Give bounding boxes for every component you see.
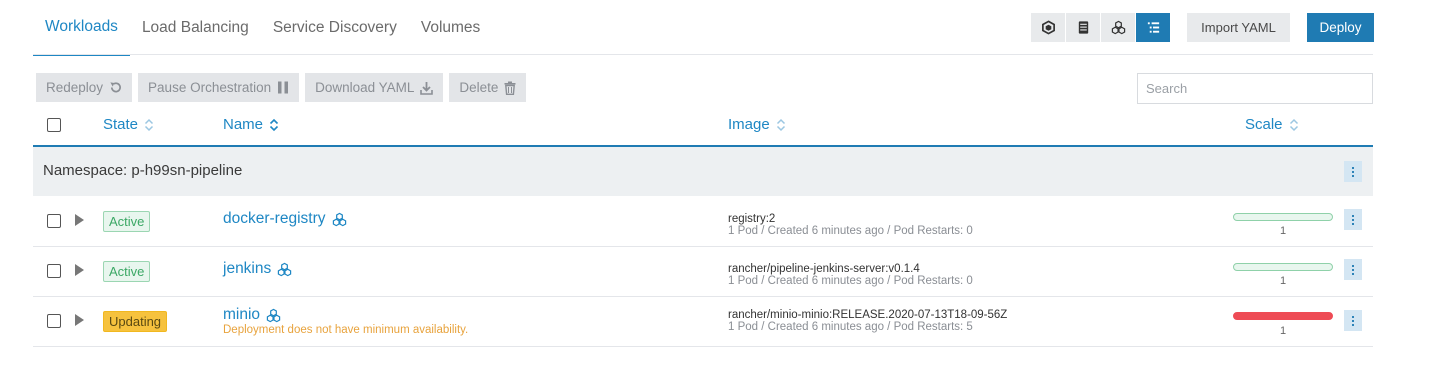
image-name: rancher/minio-minio:RELEASE.2020-07-13T1… (728, 309, 1008, 321)
tab-volumes[interactable]: Volumes (409, 0, 492, 56)
pause-icon (277, 81, 289, 94)
cube-icon (1041, 20, 1055, 35)
redo-icon (109, 81, 122, 94)
server-view-button[interactable] (1066, 13, 1100, 42)
pause-label: Pause Orchestration (148, 80, 272, 95)
workload-name-link[interactable]: minio (223, 306, 281, 324)
kebab-icon (1352, 166, 1354, 177)
namespace-label: Namespace: p-h99sn-pipeline (43, 162, 243, 179)
tabs-divider (33, 54, 1373, 55)
tab-service-discovery[interactable]: Service Discovery (261, 0, 409, 56)
download-icon (420, 81, 434, 95)
table-header: State Name Image Scale (33, 108, 1373, 144)
workload-name: jenkins (223, 260, 272, 277)
row-menu-button[interactable] (1344, 209, 1362, 230)
scale-count: 1 (1279, 225, 1287, 237)
search-input[interactable] (1137, 73, 1373, 104)
sort-icon (144, 118, 154, 132)
column-state-label: State (103, 116, 139, 133)
scale-count: 1 (1279, 325, 1287, 337)
trash-icon (504, 81, 516, 95)
scale-bar (1233, 263, 1333, 271)
scale-count: 1 (1279, 275, 1287, 287)
row-checkbox[interactable] (47, 314, 61, 328)
deploy-button[interactable]: Deploy (1307, 13, 1374, 42)
sort-icon (1289, 118, 1299, 132)
bulk-action-bar: Redeploy Pause Orchestration Download YA… (36, 73, 532, 102)
table-row: Active jenkins rancher/pipeline-jenkins-… (33, 247, 1373, 297)
status-badge: Updating (103, 311, 168, 332)
list-view-button[interactable] (1136, 13, 1170, 42)
scale-bar (1233, 312, 1333, 320)
table-row: Active docker-registry registry:2 1 Pod … (33, 197, 1373, 247)
tab-load-balancing[interactable]: Load Balancing (130, 0, 261, 56)
sort-icon (269, 118, 279, 132)
pod-details: 1 Pod / Created 6 minutes ago / Pod Rest… (728, 275, 973, 287)
row-menu-button[interactable] (1344, 310, 1362, 331)
cube-view-button[interactable] (1031, 13, 1065, 42)
server-icon (1078, 21, 1088, 34)
expand-arrow-icon[interactable] (75, 264, 84, 276)
row-menu-button[interactable] (1344, 259, 1362, 280)
row-checkbox[interactable] (47, 264, 61, 278)
pause-orchestration-button[interactable]: Pause Orchestration (138, 73, 300, 102)
select-all-checkbox[interactable] (47, 118, 61, 132)
pod-details: 1 Pod / Created 6 minutes ago / Pod Rest… (728, 321, 973, 333)
cluster-icon (277, 262, 292, 277)
workload-name: docker-registry (223, 210, 326, 227)
column-image-label: Image (728, 116, 770, 133)
list-icon (1147, 22, 1159, 33)
table-row: Updating minio Deployment does not have … (33, 297, 1373, 347)
column-scale-label: Scale (1245, 116, 1283, 133)
column-name[interactable]: Name (223, 116, 279, 133)
kebab-icon (1352, 315, 1354, 326)
image-name: registry:2 (728, 213, 776, 225)
pod-details: 1 Pod / Created 6 minutes ago / Pod Rest… (728, 225, 973, 237)
expand-arrow-icon[interactable] (75, 314, 84, 326)
workload-status-message: Deployment does not have minimum availab… (223, 324, 469, 336)
sort-icon (776, 118, 786, 132)
kebab-icon (1352, 214, 1354, 225)
workload-name-link[interactable]: docker-registry (223, 210, 347, 228)
cluster-icon (1111, 20, 1125, 35)
import-yaml-button[interactable]: Import YAML (1187, 13, 1290, 42)
status-badge: Active (103, 211, 151, 232)
column-scale[interactable]: Scale (1245, 116, 1299, 133)
delete-label: Delete (459, 80, 499, 95)
download-yaml-button[interactable]: Download YAML (305, 73, 444, 102)
namespace-group-header: Namespace: p-h99sn-pipeline (33, 145, 1373, 196)
kebab-icon (1352, 264, 1354, 275)
cluster-icon (332, 212, 347, 227)
column-state[interactable]: State (103, 116, 154, 133)
workload-tabs: Workloads Load Balancing Service Discove… (33, 0, 492, 56)
delete-button[interactable]: Delete (449, 73, 527, 102)
status-badge: Active (103, 261, 151, 282)
workload-name: minio (223, 306, 261, 323)
scale-bar (1233, 213, 1333, 221)
view-toggle (1031, 13, 1171, 42)
namespace-menu-button[interactable] (1344, 161, 1362, 182)
image-name: rancher/pipeline-jenkins-server:v0.1.4 (728, 263, 920, 275)
column-image[interactable]: Image (728, 116, 786, 133)
tab-workloads[interactable]: Workloads (33, 0, 130, 56)
redeploy-label: Redeploy (46, 80, 104, 95)
download-label: Download YAML (315, 80, 415, 95)
redeploy-button[interactable]: Redeploy (36, 73, 133, 102)
cluster-icon (266, 308, 281, 323)
workload-name-link[interactable]: jenkins (223, 260, 292, 278)
row-checkbox[interactable] (47, 214, 61, 228)
cluster-view-button[interactable] (1101, 13, 1135, 42)
expand-arrow-icon[interactable] (75, 214, 84, 226)
column-name-label: Name (223, 116, 264, 133)
